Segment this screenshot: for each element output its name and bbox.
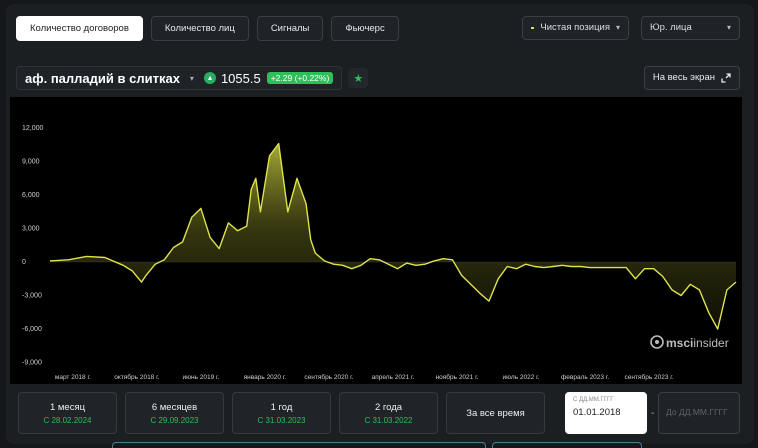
tab-signals[interactable]: Сигналы	[256, 16, 324, 41]
x-tick-label: июнь 2019 г.	[182, 374, 219, 381]
fullscreen-label: На весь экран	[652, 72, 715, 83]
chevron-down-icon: ▾	[726, 23, 731, 32]
period-label: 1 месяц	[49, 402, 86, 413]
series-line	[49, 142, 737, 330]
y-tick-label: 0	[22, 259, 26, 266]
asset-price: 1055.5	[220, 70, 261, 86]
favorite-star-icon[interactable]: ★	[348, 68, 369, 88]
tab-persons-count[interactable]: Количество лиц	[150, 16, 249, 41]
x-tick-label: октябрь 2018 г.	[114, 373, 159, 381]
period-date: С 28.02.2024	[43, 416, 92, 425]
asset-header: аф. палладий в слитках ▾ ▲ 1055.5 +2.29 …	[16, 66, 369, 90]
y-tick-label: -3,000	[22, 293, 42, 300]
chevron-down-icon: ▾	[189, 73, 194, 83]
date-range-separator: -	[651, 408, 655, 419]
period-date: С 29.09.2023	[150, 416, 199, 425]
date-from-field[interactable]: С ДД.ММ.ГГГГ 01.01.2018	[565, 392, 647, 434]
x-tick-label: ноябрь 2021 г.	[436, 373, 479, 381]
expand-icon	[721, 73, 731, 83]
x-tick-label: сентябрь 2023 г.	[625, 373, 674, 381]
period-2-years[interactable]: 2 года С 31.03.2022	[339, 392, 438, 434]
chart-svg: 12,000 9,000 6,000 3,000 0 -3,000 -6,000 -9,000…	[22, 125, 737, 381]
chevron-down-icon: ▾	[615, 23, 620, 32]
y-tick-label: 9,000	[22, 159, 40, 166]
period-label: За все время	[466, 408, 525, 419]
date-to-field[interactable]: До ДД.ММ.ГГГГ	[658, 392, 740, 434]
x-tick-label: февраль 2023 г.	[561, 374, 609, 381]
bottom-panel-edge	[492, 442, 642, 448]
period-selector: 1 месяц С 28.02.2024 6 месяцев С 29.09.2…	[18, 392, 545, 434]
tab-bar: Количество договоров Количество лиц Сигн…	[16, 16, 399, 41]
x-tick-label: июль 2022 г.	[503, 374, 540, 381]
period-label: 1 год	[270, 402, 293, 413]
watermark-logo: msciinsider	[650, 335, 729, 350]
date-from-placeholder: С ДД.ММ.ГГГГ	[573, 397, 614, 403]
price-change-badge: +2.29 (+0.22%)	[266, 72, 334, 84]
y-tick-label: 12,000	[22, 125, 44, 132]
date-from-value: 01.01.2018	[573, 407, 621, 418]
position-select[interactable]: Чистая позиция ▾	[522, 16, 629, 40]
legend-swatch	[531, 27, 535, 29]
y-tick-label: 6,000	[22, 192, 40, 199]
arrow-up-icon: ▲	[203, 72, 216, 84]
tab-contracts-count[interactable]: Количество договоров	[16, 16, 143, 41]
period-date: С 31.03.2023	[257, 416, 306, 425]
period-1-month[interactable]: 1 месяц С 28.02.2024	[18, 392, 117, 434]
asset-name: аф. палладий в слитках	[25, 70, 180, 86]
period-1-year[interactable]: 1 год С 31.03.2023	[232, 392, 331, 434]
x-tick-label: сентябрь 2020 г.	[304, 373, 353, 381]
y-tick-label: -9,000	[22, 360, 42, 367]
entity-select-value: Юр. лица	[650, 22, 692, 33]
tab-futures[interactable]: Фьючерс	[331, 16, 399, 41]
position-select-value: Чистая позиция	[540, 22, 610, 33]
fullscreen-button[interactable]: На весь экран	[643, 66, 740, 90]
period-date: С 31.03.2022	[364, 416, 413, 425]
x-tick-label: январь 2020 г.	[244, 374, 287, 381]
y-tick-label: -6,000	[22, 326, 42, 333]
period-label: 6 месяцев	[151, 402, 198, 413]
period-label: 2 года	[374, 402, 403, 413]
entity-select[interactable]: Юр. лица ▾	[641, 16, 740, 40]
bottom-panel-edge	[112, 442, 486, 448]
position-chart[interactable]: 12,000 9,000 6,000 3,000 0 -3,000 -6,000 -9,000…	[10, 97, 742, 384]
x-tick-label: март 2018 г.	[55, 374, 91, 381]
series-area	[50, 143, 736, 329]
asset-selector[interactable]: аф. палладий в слитках ▾ ▲ 1055.5 +2.29 …	[16, 66, 343, 90]
x-tick-label: апрель 2021 г.	[372, 374, 415, 381]
date-to-placeholder: До ДД.ММ.ГГГГ	[666, 407, 728, 417]
watermark-text: msciinsider	[666, 336, 729, 350]
y-tick-label: 3,000	[22, 226, 40, 233]
period-all-time[interactable]: За все время	[446, 392, 545, 434]
period-6-months[interactable]: 6 месяцев С 29.09.2023	[125, 392, 224, 434]
app-window: Количество договоров Количество лиц Сигн…	[6, 4, 754, 448]
